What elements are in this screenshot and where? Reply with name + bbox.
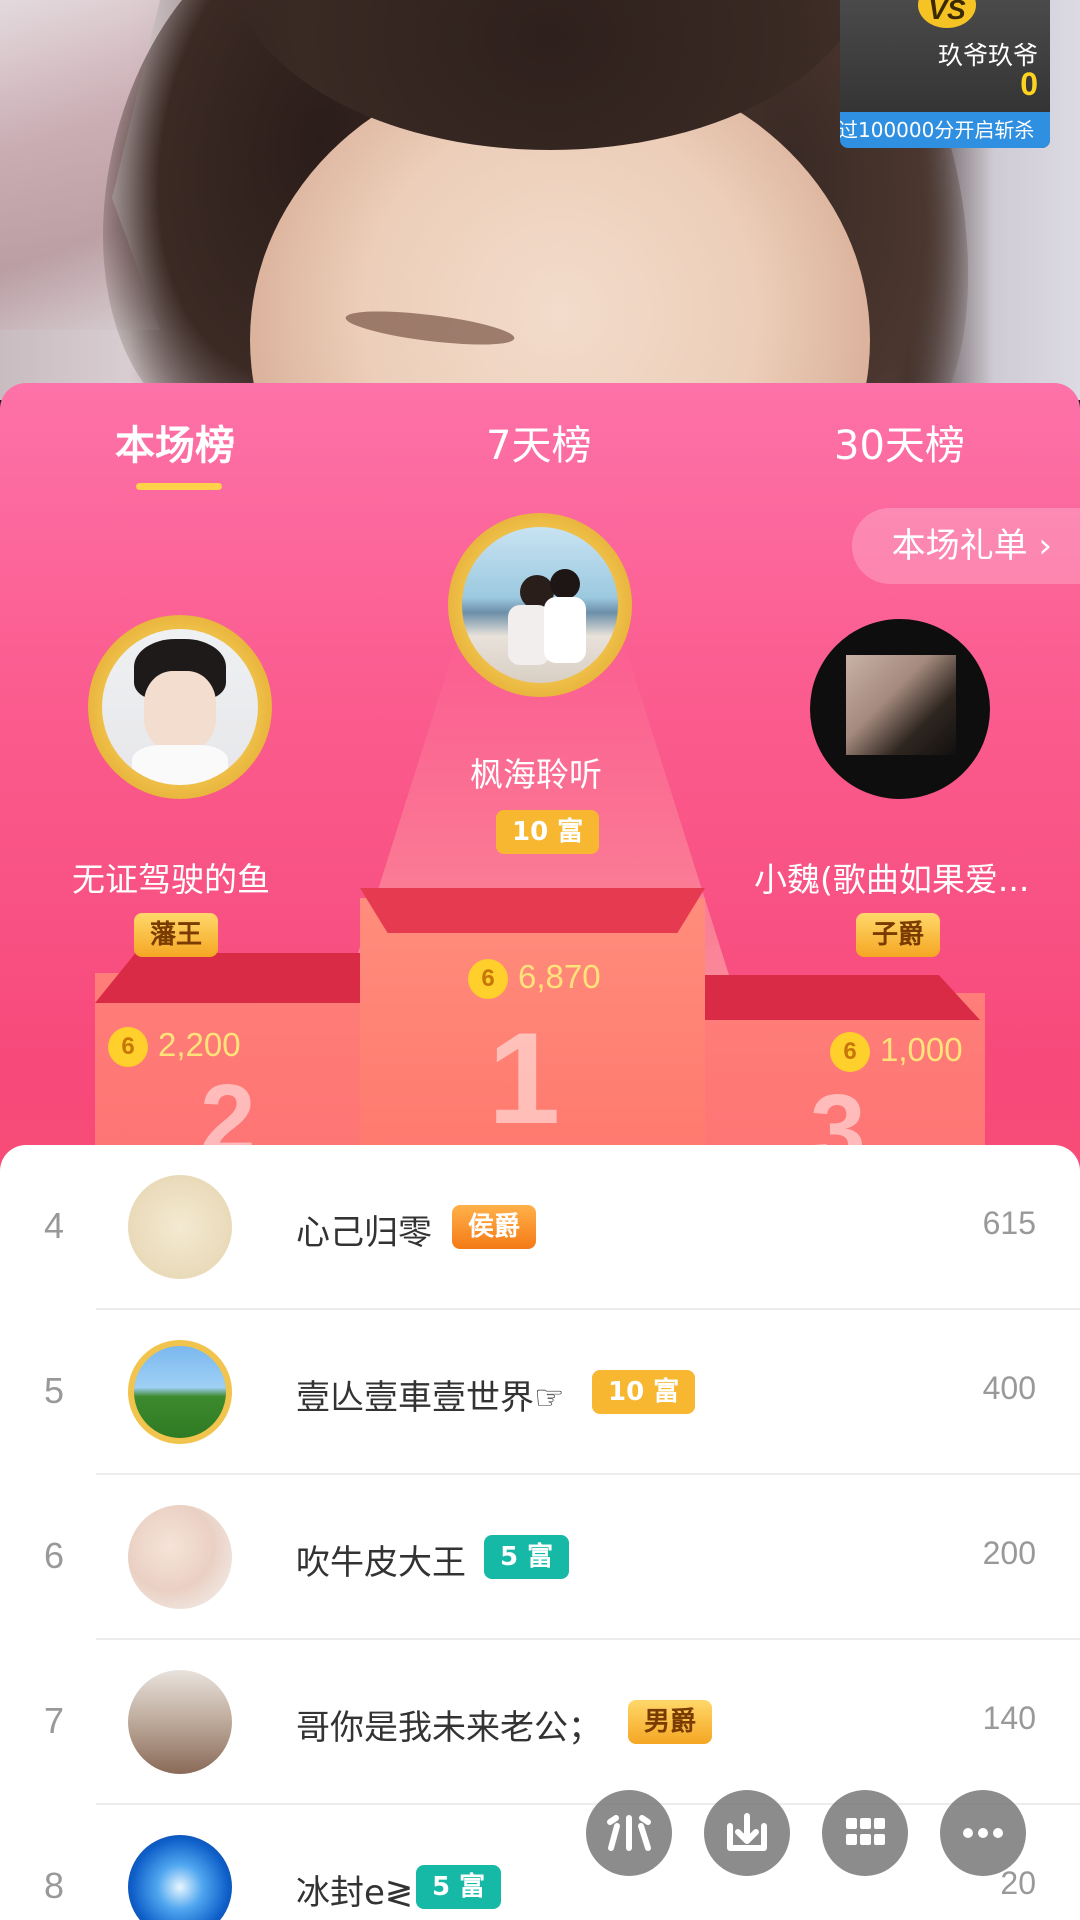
rank-2-name: 无证驾驶的鱼 [72,860,270,899]
list-item[interactable]: 6 吹牛皮大王 5 富 200 [0,1475,1080,1640]
more-icon[interactable] [940,1790,1026,1876]
list-name: 冰封e≷ [296,1873,414,1913]
list-avatar [128,1505,232,1609]
list-name: 吹牛皮大王 [296,1543,466,1583]
rank-1-coin-value: 6,870 [518,958,601,995]
list-rank: 6 [44,1535,65,1576]
rank-3-name: 小魏(歌曲如果爱... [754,860,1030,899]
pk-card[interactable]: VS 玖爷玖爷 0 过100000分开启斩杀 [840,0,1050,148]
tab-30-days[interactable]: 30天榜 [834,413,965,471]
pk-note: 过100000分开启斩杀 [840,112,1050,148]
list-value: 140 [982,1700,1036,1736]
list-value: 400 [982,1370,1036,1406]
rank-3-coin-value: 1,000 [880,1031,963,1068]
ranking-list: 4 心己归零 侯爵 615 5 壹亾壹車壹世界☞ 10 富 400 6 吹牛皮大… [0,1145,1080,1920]
list-badge: 侯爵 [452,1205,537,1249]
podium-1-top [360,888,705,933]
list-rank: 5 [44,1370,65,1411]
ranking-tabs: 本场榜 7天榜 30天榜 [0,383,1080,513]
list-avatar [128,1175,232,1279]
list-badge: 男爵 [628,1700,713,1744]
list-avatar [128,1670,232,1774]
tab-7-days[interactable]: 7天榜 [486,413,591,471]
rank-3-badge: 子爵 [856,913,941,957]
rank-1-coins: 6 6,870 [468,958,601,1000]
tab-this-show[interactable]: 本场榜 [115,413,235,471]
coin-icon: 6 [108,1027,148,1068]
list-name: 哥你是我未来老公； [296,1708,602,1748]
rank-3-avatar[interactable] [810,619,990,799]
rank-1-badge: 10 富 [496,810,600,854]
active-tab-indicator [136,483,222,490]
rank-1-name: 枫海聆听 [470,755,602,794]
vs-badge: VS [918,0,976,28]
coin-icon: 6 [830,1032,870,1073]
list-rank: 4 [44,1205,65,1246]
list-value: 615 [982,1205,1036,1241]
pk-score: 0 [1020,66,1038,102]
rank-2-coins: 6 2,200 [108,1026,241,1068]
list-rank: 7 [44,1700,65,1741]
rank-1-avatar[interactable] [462,527,618,683]
sparkle-icon[interactable] [586,1790,672,1876]
list-rank: 8 [44,1865,65,1906]
list-avatar [128,1340,232,1444]
coin-icon: 6 [468,959,508,1000]
rank-2-coin-value: 2,200 [158,1026,241,1063]
list-name: 心己归零 [296,1213,432,1253]
list-item[interactable]: 5 壹亾壹車壹世界☞ 10 富 400 [0,1310,1080,1475]
list-badge: 10 富 [592,1370,696,1414]
rank-2-badge: 藩王 [134,913,219,957]
list-item[interactable]: 8 冰封e≷ 5 富 20 [0,1805,1080,1920]
download-icon[interactable] [704,1790,790,1876]
podium-2-top [95,953,365,1003]
list-badge: 5 富 [416,1865,502,1909]
list-item[interactable]: 4 心己归零 侯爵 615 [0,1145,1080,1310]
gift-list-link[interactable]: 本场礼单 › [851,508,1080,584]
grid-icon[interactable] [822,1790,908,1876]
podium-3-top [705,975,980,1020]
list-name: 壹亾壹車壹世界☞ [296,1378,565,1418]
rank-3-coins: 6 1,000 [830,1031,963,1073]
list-badge: 5 富 [484,1535,570,1579]
list-avatar [128,1835,232,1920]
rank-2-avatar[interactable] [102,629,258,785]
podium-number-1: 1 [488,1005,561,1151]
list-value: 200 [982,1535,1036,1571]
list-item[interactable]: 7 哥你是我未来老公； 男爵 140 [0,1640,1080,1805]
